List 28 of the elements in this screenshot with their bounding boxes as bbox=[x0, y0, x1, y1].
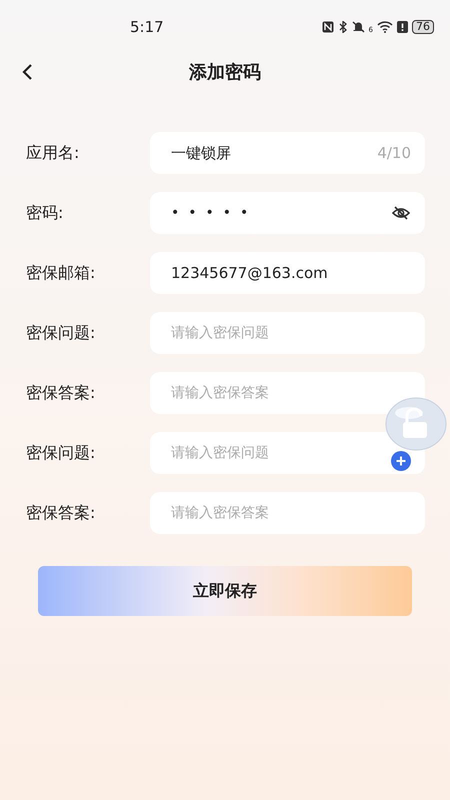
input-field[interactable]: 一键锁屏 4/10 bbox=[150, 132, 425, 174]
field-label: 应用名: bbox=[26, 142, 80, 164]
nfc-icon bbox=[322, 21, 334, 33]
field-label: 密保邮箱: bbox=[26, 262, 96, 284]
battery-level: 76 bbox=[412, 20, 434, 34]
field-label: 密码: bbox=[26, 202, 64, 224]
placeholder-text: 请输入密保问题 bbox=[171, 324, 270, 342]
placeholder-text: 请输入密保答案 bbox=[171, 504, 270, 522]
character-counter: 4/10 bbox=[377, 144, 411, 162]
placeholder-text: 请输入密保问题 bbox=[171, 444, 270, 462]
placeholder-text: 请输入密保答案 bbox=[171, 384, 270, 402]
field-label: 密保答案: bbox=[26, 502, 96, 524]
password-dots: ••••• bbox=[171, 205, 258, 221]
input-value: 一键锁屏 bbox=[171, 144, 232, 162]
field-label: 密保问题: bbox=[26, 442, 96, 464]
input-field[interactable]: ••••• bbox=[150, 192, 425, 234]
field-label: 密保问题: bbox=[26, 322, 96, 344]
input-field[interactable]: 12345677@163.com bbox=[150, 252, 425, 294]
bluetooth-icon bbox=[338, 21, 348, 33]
page-title: 添加密码 bbox=[189, 61, 261, 84]
muted-bell-icon bbox=[352, 21, 365, 33]
input-value: 12345677@163.com bbox=[171, 264, 329, 282]
field-label: 密保答案: bbox=[26, 382, 96, 404]
status-time: 5:17 bbox=[130, 18, 164, 36]
wifi-icon bbox=[377, 21, 393, 33]
add-icon[interactable] bbox=[391, 451, 411, 471]
save-button[interactable]: 立即保存 bbox=[38, 566, 412, 616]
alert-icon bbox=[397, 21, 408, 33]
